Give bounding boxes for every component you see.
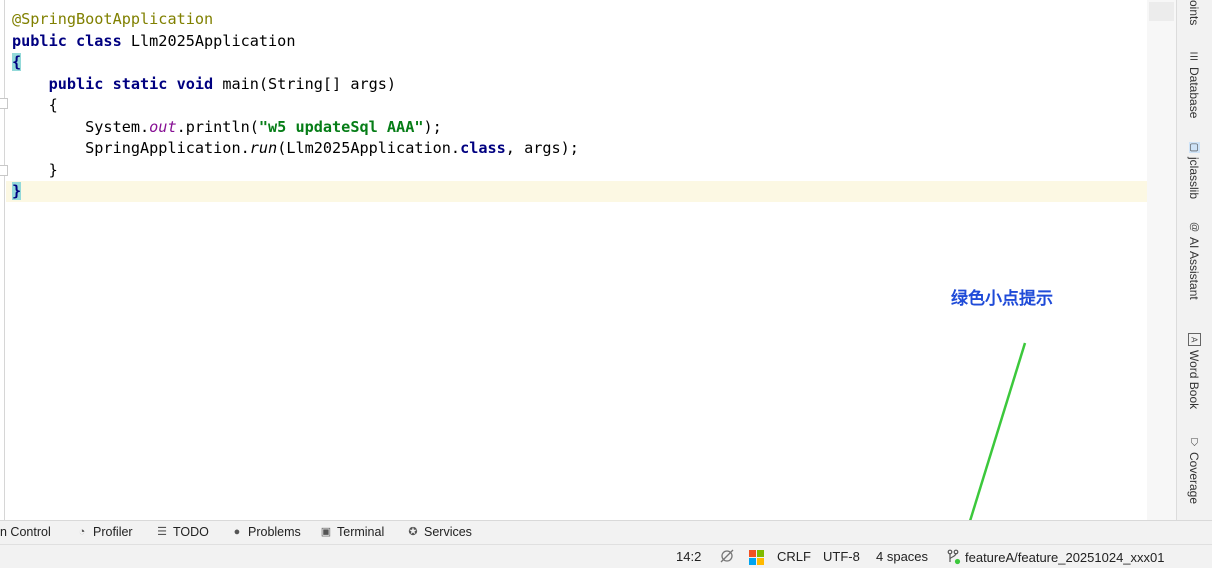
tab-label: Problems <box>248 525 301 539</box>
tab-todo[interactable]: ☰ TODO <box>156 525 209 539</box>
profiler-icon: ◔ <box>78 526 86 538</box>
tab-label: Services <box>424 525 472 539</box>
tab-services[interactable]: ✪ Services <box>407 525 472 539</box>
indent-setting[interactable]: 4 spaces <box>876 549 928 564</box>
no-sync-icon[interactable] <box>719 548 735 564</box>
problems-icon: ● <box>233 526 241 538</box>
tab-problems[interactable]: ● Problems <box>231 525 301 539</box>
todo-icon: ☰ <box>157 526 167 538</box>
tab-label: n Control <box>0 525 51 539</box>
windows-icon[interactable] <box>749 550 764 565</box>
file-encoding[interactable]: UTF-8 <box>823 549 860 564</box>
caret-position[interactable]: 14:2 <box>676 549 701 564</box>
tab-label: Terminal <box>337 525 385 539</box>
green-dot-indicator <box>954 558 961 565</box>
line-separator[interactable]: CRLF <box>777 549 811 564</box>
tab-label: TODO <box>173 525 209 539</box>
services-icon: ✪ <box>408 526 418 538</box>
tab-version-control[interactable]: n Control <box>0 525 51 539</box>
status-bar: 14:2 CRLF UTF-8 4 spaces featureA/featur… <box>0 544 1212 568</box>
tool-window-bar: n Control ◔ Profiler ☰ TODO ● Problems ▣… <box>0 520 1212 544</box>
window-bottom-edge <box>0 568 1212 579</box>
annotation-arrow <box>960 342 1027 546</box>
terminal-icon: ▣ <box>320 526 332 538</box>
tab-profiler[interactable]: ◔ Profiler <box>76 525 133 539</box>
git-branch-icon <box>947 549 961 565</box>
tab-terminal[interactable]: ▣ Terminal <box>320 525 384 539</box>
branch-name: featureA/feature_20251024_xxx01 <box>965 549 1165 565</box>
tab-label: Profiler <box>93 525 133 539</box>
git-branch-widget[interactable]: featureA/feature_20251024_xxx01 <box>946 549 1165 565</box>
